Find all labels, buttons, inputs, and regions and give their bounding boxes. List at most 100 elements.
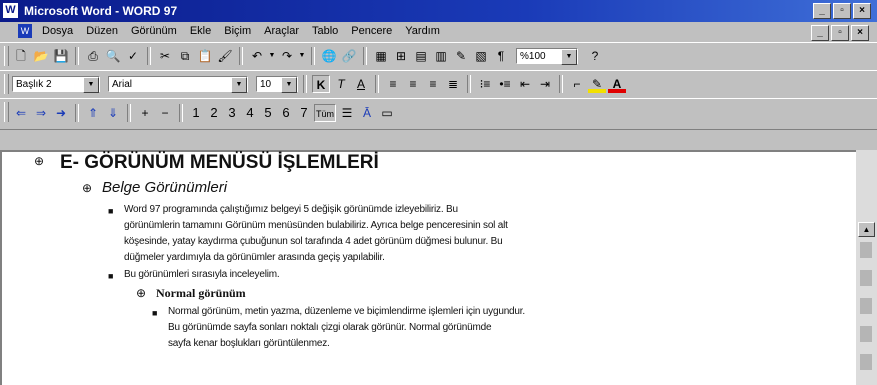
close-button[interactable]: × <box>853 3 871 19</box>
numbering-icon[interactable]: ⁝≡ <box>476 75 494 93</box>
doc-minimize-button[interactable]: _ <box>811 25 829 41</box>
menu-bicim[interactable]: Biçim <box>222 25 253 37</box>
font-size-select[interactable]: 10 ▼ <box>256 76 298 93</box>
style-value: Başlık 2 <box>16 79 52 90</box>
outline-symbol-icon[interactable]: ⊕ <box>136 286 146 300</box>
menu-tablo[interactable]: Tablo <box>310 25 340 37</box>
insert-excel-icon[interactable]: ▤ <box>412 47 430 65</box>
promote-icon[interactable]: ⇐ <box>12 104 30 122</box>
align-center-icon[interactable]: ≡ <box>404 75 422 93</box>
demote-icon[interactable]: ⇒ <box>32 104 50 122</box>
redo-icon[interactable]: ↷ <box>278 47 296 65</box>
menu-araclar[interactable]: Araçlar <box>262 25 301 37</box>
show-heading-3[interactable]: 3 <box>224 104 240 122</box>
chevron-down-icon[interactable]: ▼ <box>83 77 99 93</box>
menu-yardim[interactable]: Yardım <box>403 25 442 37</box>
scroll-thumb[interactable] <box>860 242 872 258</box>
align-left-icon[interactable]: ≡ <box>384 75 402 93</box>
show-heading-6[interactable]: 6 <box>278 104 294 122</box>
formatting-toolbar: Başlık 2 ▼ Arial ▼ 10 ▼ K T A ≡ ≡ ≡ ≣ ⁝≡… <box>0 70 877 99</box>
vertical-scrollbar[interactable]: ▲ <box>856 150 877 385</box>
show-all-button[interactable]: Tüm <box>314 104 336 122</box>
tables-borders-icon[interactable]: ▦ <box>372 47 390 65</box>
drawing-icon[interactable]: ✎ <box>452 47 470 65</box>
chevron-down-icon[interactable]: ▼ <box>281 77 297 93</box>
word-app-icon[interactable]: W <box>3 3 18 18</box>
paste-icon[interactable]: 📋 <box>196 47 214 65</box>
move-down-icon[interactable]: ⇓ <box>104 104 122 122</box>
show-heading-5[interactable]: 5 <box>260 104 276 122</box>
open-folder-icon[interactable]: 📂 <box>32 47 50 65</box>
menu-ekle[interactable]: Ekle <box>188 25 213 37</box>
menu-duzen[interactable]: Düzen <box>84 25 120 37</box>
font-select[interactable]: Arial ▼ <box>108 76 248 93</box>
document-controls: _ ▫ × <box>811 25 869 41</box>
bold-button[interactable]: K <box>312 75 330 93</box>
style-select[interactable]: Başlık 2 ▼ <box>12 76 100 93</box>
increase-indent-icon[interactable]: ⇥ <box>536 75 554 93</box>
doc-close-button[interactable]: × <box>851 25 869 41</box>
menu-gorunum[interactable]: Görünüm <box>129 25 179 37</box>
show-heading-7[interactable]: 7 <box>296 104 312 122</box>
hyperlink-icon[interactable]: 🌐 <box>320 47 338 65</box>
bullets-icon[interactable]: •≡ <box>496 75 514 93</box>
document-area[interactable]: ⊕ E- GÖRÜNÜM MENÜSÜ İŞLEMLERİ ⊕ Belge Gö… <box>0 150 856 385</box>
document-map-icon[interactable]: ▧ <box>472 47 490 65</box>
show-heading-1[interactable]: 1 <box>188 104 204 122</box>
spelling-icon[interactable]: ✓ <box>124 47 142 65</box>
scroll-up-icon[interactable]: ▲ <box>858 222 875 237</box>
undo-icon[interactable]: ↶ <box>248 47 266 65</box>
chevron-down-icon[interactable]: ▼ <box>561 49 577 65</box>
highlight-icon[interactable]: ✎ <box>588 75 606 93</box>
font-value: Arial <box>112 79 133 90</box>
outline-bullet-icon: ■ <box>108 271 114 281</box>
heading-3: Normal görünüm <box>156 286 246 300</box>
align-right-icon[interactable]: ≡ <box>424 75 442 93</box>
border-icon[interactable]: ⌐ <box>568 75 586 93</box>
save-icon[interactable]: 💾 <box>52 47 70 65</box>
undo-dropdown-icon[interactable]: ▼ <box>268 47 276 65</box>
font-color-icon[interactable]: A <box>608 75 626 93</box>
copy-icon[interactable]: ⧉ <box>176 47 194 65</box>
office-assistant-icon[interactable]: ? <box>586 47 604 65</box>
minimize-button[interactable]: _ <box>813 3 831 19</box>
print-preview-icon[interactable]: 🔍 <box>104 47 122 65</box>
cut-icon[interactable]: ✂ <box>156 47 174 65</box>
collapse-icon[interactable]: − <box>156 104 174 122</box>
expand-icon[interactable]: + <box>136 104 154 122</box>
show-hide-icon[interactable]: ¶ <box>492 47 510 65</box>
format-painter-icon[interactable]: 🖌 <box>216 47 234 65</box>
body-line: sayfa kenar boşlukları görüntülenmez. <box>168 338 330 349</box>
restore-button[interactable]: ▫ <box>833 3 851 19</box>
print-icon[interactable]: ⎙ <box>84 47 102 65</box>
move-up-icon[interactable]: ⇑ <box>84 104 102 122</box>
redo-dropdown-icon[interactable]: ▼ <box>298 47 306 65</box>
menu-dosya[interactable]: Dosya <box>40 25 75 37</box>
decrease-indent-icon[interactable]: ⇤ <box>516 75 534 93</box>
word-doc-icon[interactable]: W <box>18 24 32 38</box>
insert-table-icon[interactable]: ⊞ <box>392 47 410 65</box>
chevron-down-icon[interactable]: ▼ <box>231 77 247 93</box>
show-heading-2[interactable]: 2 <box>206 104 222 122</box>
outline-symbol-icon[interactable]: ⊕ <box>34 154 44 168</box>
outline-toolbar: ⇐ ⇒ ➜ ⇑ ⇓ + − 1 2 3 4 5 6 7 Tüm ☰ Ā ▭ <box>0 98 877 130</box>
show-formatting-icon[interactable]: Ā <box>358 104 376 122</box>
master-document-icon[interactable]: ▭ <box>378 104 396 122</box>
font-size-value: 10 <box>260 79 272 90</box>
window-controls: _ ▫ × <box>813 3 871 19</box>
web-toolbar-icon[interactable]: 🔗 <box>340 47 358 65</box>
italic-button[interactable]: T <box>332 75 350 93</box>
zoom-select[interactable]: %100 ▼ <box>516 48 578 65</box>
outline-bullet-icon: ■ <box>152 308 158 318</box>
doc-restore-button[interactable]: ▫ <box>831 25 849 41</box>
show-heading-4[interactable]: 4 <box>242 104 258 122</box>
underline-button[interactable]: A <box>352 75 370 93</box>
outline-symbol-icon[interactable]: ⊕ <box>82 181 92 195</box>
new-document-icon[interactable]: 🗋 <box>12 47 30 65</box>
demote-to-body-icon[interactable]: ➜ <box>52 104 70 122</box>
first-line-only-icon[interactable]: ☰ <box>338 104 356 122</box>
columns-icon[interactable]: ▥ <box>432 47 450 65</box>
justify-icon[interactable]: ≣ <box>444 75 462 93</box>
zoom-value: %100 <box>520 51 546 62</box>
menu-pencere[interactable]: Pencere <box>349 25 394 37</box>
